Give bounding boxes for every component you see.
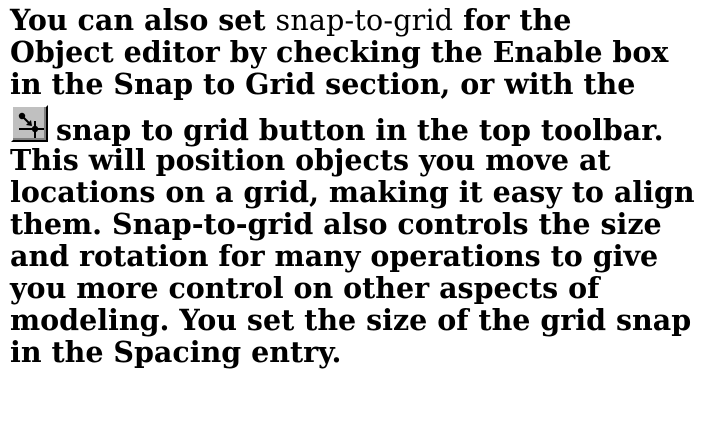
snap-to-grid-term: snap-to-grid <box>275 4 454 37</box>
snap-to-grid-icon <box>11 105 48 142</box>
text-line-4-text: snap to grid button in the top toolbar. <box>56 113 664 147</box>
help-paragraph: You can also set snap-to-grid for the Ob… <box>10 4 720 368</box>
text-line-2: Object editor by checking the Enable box <box>10 35 669 69</box>
text-line-7: them. Snap-to-grid also controls the siz… <box>10 207 662 241</box>
text-line-3: in the Snap to Grid section, or with the <box>10 67 636 101</box>
text-line-11: in the Spacing entry. <box>10 335 342 369</box>
text-line-1-before: You can also set <box>10 3 276 37</box>
text-line-5: This will position objects you move at <box>10 143 611 177</box>
text-line-6: locations on a grid, making it easy to a… <box>10 175 695 209</box>
text-line-4: snap to grid button in the top toolbar. <box>10 100 720 147</box>
text-line-1-after: for the <box>453 3 572 37</box>
text-line-1: You can also set snap-to-grid for the <box>10 3 720 37</box>
text-line-8: and rotation for many operations to give <box>10 239 659 273</box>
text-line-10: modeling. You set the size of the grid s… <box>10 303 692 337</box>
text-line-9: you more control on other aspects of <box>10 271 600 305</box>
